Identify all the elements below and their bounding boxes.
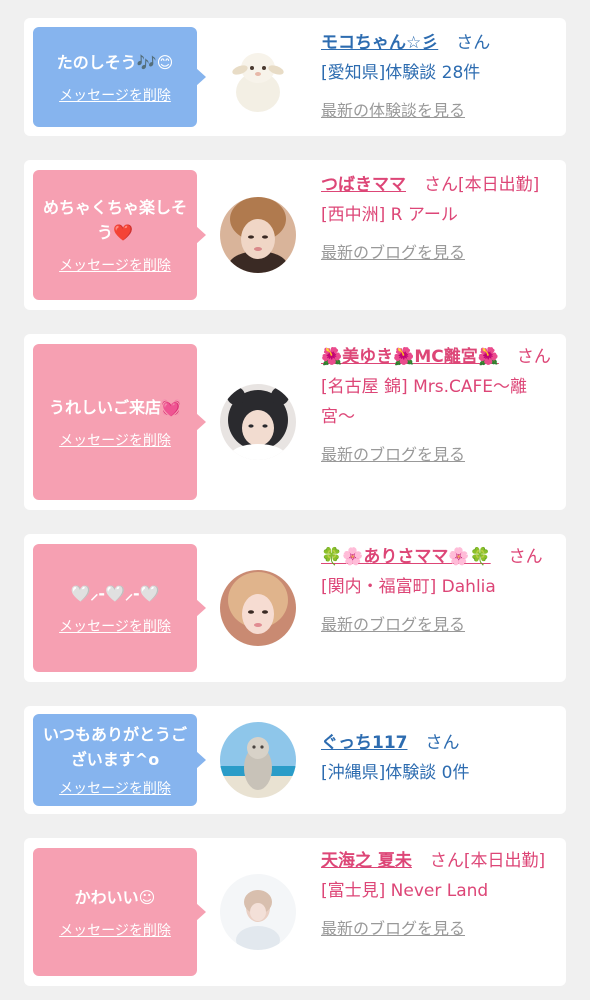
message-bubble: めちゃくちゃ楽しそう❤️ メッセージを削除 [33, 170, 206, 300]
delete-message-link[interactable]: メッセージを削除 [59, 85, 171, 105]
avatar[interactable] [220, 384, 296, 460]
delete-message-link[interactable]: メッセージを削除 [59, 920, 171, 940]
avatar[interactable] [220, 722, 296, 798]
delete-message-link[interactable]: メッセージを削除 [59, 255, 171, 275]
honorific: さん [456, 33, 491, 53]
message-bubble: たのしそう🎶😊 メッセージを削除 [33, 27, 206, 127]
delete-message-link[interactable]: メッセージを削除 [59, 616, 171, 636]
member-detail: [富士見] Never Land [321, 881, 489, 901]
member-name-link[interactable]: つばきママ [321, 175, 406, 195]
message-bubble: 🤍⸝-🤍⸝-🤍 メッセージを削除 [33, 544, 206, 672]
honorific: さん[本日出勤] [429, 851, 546, 871]
message-bubble: いつもありがとうございます^o メッセージを削除 [33, 714, 206, 806]
profile-photo-icon [220, 384, 296, 460]
latest-post-link[interactable]: 最新のブログを見る [321, 914, 465, 944]
member-info: ぐっち117 さん [沖縄県]体験談 0件 [321, 728, 557, 788]
message-card: かわいい☺︎ メッセージを削除 天海之 夏未 さん[本日出勤] [富士見] Nev… [24, 838, 566, 986]
member-detail: [西中洲] R アール [321, 205, 458, 225]
member-name-link[interactable]: モコちゃん☆彡 [321, 33, 438, 53]
delete-message-link[interactable]: メッセージを削除 [59, 778, 171, 798]
message-text: たのしそう🎶😊 [56, 52, 174, 72]
member-detail: [名古屋 錦] Mrs.CAFE〜離宮〜 [321, 377, 528, 427]
honorific: さん[本日出勤] [424, 175, 540, 195]
member-info: モコちゃん☆彡 さん [愛知県]体験談 28件 最新の体験談を見る [321, 28, 557, 126]
avatar[interactable] [220, 197, 296, 273]
profile-photo-icon [220, 197, 296, 273]
message-text: うれしいご来店💓 [49, 397, 181, 417]
avatar[interactable] [220, 40, 296, 116]
message-text: いつもありがとうございます^o [42, 725, 187, 769]
shisa-statue-icon [220, 722, 296, 798]
message-card: うれしいご来店💓 メッセージを削除 🌺美ゆき🌺MC離宮🌺 さん [名古屋 錦] M… [24, 334, 566, 510]
latest-post-link[interactable]: 最新のブログを見る [321, 610, 465, 640]
member-info: つばきママ さん[本日出勤] [西中洲] R アール 最新のブログを見る [321, 170, 557, 268]
latest-post-link[interactable]: 最新のブログを見る [321, 440, 465, 470]
sheep-plush-icon [220, 40, 296, 116]
member-name-link[interactable]: ぐっち117 [321, 733, 408, 753]
avatar[interactable] [220, 570, 296, 646]
member-detail: [沖縄県]体験談 0件 [321, 763, 470, 783]
message-text: かわいい☺︎ [74, 887, 156, 907]
profile-photo-icon [220, 874, 296, 950]
member-detail: [愛知県]体験談 28件 [321, 63, 481, 83]
message-bubble: うれしいご来店💓 メッセージを削除 [33, 344, 206, 500]
latest-post-link[interactable]: 最新の体験談を見る [321, 96, 465, 126]
latest-post-link[interactable]: 最新のブログを見る [321, 238, 465, 268]
member-name-link[interactable]: 天海之 夏未 [321, 851, 412, 871]
member-detail: [関内・福富町] Dahlia [321, 577, 496, 597]
profile-photo-icon [220, 570, 296, 646]
honorific: さん [425, 733, 460, 753]
honorific: さん [508, 547, 543, 567]
member-name-link[interactable]: 🍀🌸ありさママ🌸🍀 [321, 547, 491, 567]
delete-message-link[interactable]: メッセージを削除 [59, 430, 171, 450]
message-text: めちゃくちゃ楽しそう❤️ [42, 198, 187, 242]
message-card: たのしそう🎶😊 メッセージを削除 モコちゃん☆彡 さん [愛知県]体験談 28件 … [24, 18, 566, 136]
honorific: さん [516, 347, 551, 367]
member-name-link[interactable]: 🌺美ゆき🌺MC離宮🌺 [321, 347, 499, 367]
avatar[interactable] [220, 874, 296, 950]
message-card: めちゃくちゃ楽しそう❤️ メッセージを削除 つばきママ さん[本日出勤] [西中洲… [24, 160, 566, 310]
message-card: 🤍⸝-🤍⸝-🤍 メッセージを削除 🍀🌸ありさママ🌸🍀 さん [関内・福富町] Da… [24, 534, 566, 682]
member-info: 🍀🌸ありさママ🌸🍀 さん [関内・福富町] Dahlia 最新のブログを見る [321, 542, 557, 640]
message-bubble: かわいい☺︎ メッセージを削除 [33, 848, 206, 976]
message-list: たのしそう🎶😊 メッセージを削除 モコちゃん☆彡 さん [愛知県]体験談 28件 … [0, 0, 590, 1000]
message-card: いつもありがとうございます^o メッセージを削除 ぐっち117 さん [沖縄県]体… [24, 706, 566, 814]
member-info: 🌺美ゆき🌺MC離宮🌺 さん [名古屋 錦] Mrs.CAFE〜離宮〜 最新のブログ… [321, 342, 557, 470]
message-text: 🤍⸝-🤍⸝-🤍 [70, 583, 160, 603]
member-info: 天海之 夏未 さん[本日出勤] [富士見] Never Land 最新のブログを見… [321, 846, 557, 944]
